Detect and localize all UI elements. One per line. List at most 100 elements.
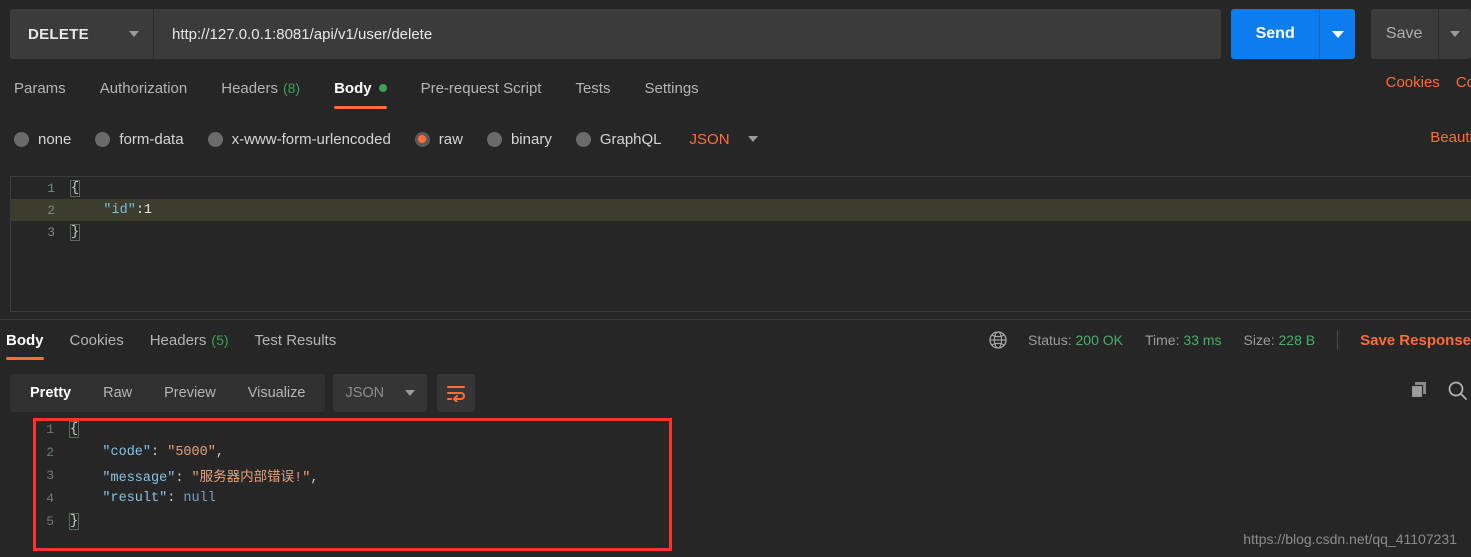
code-text: "id":1 (67, 203, 152, 218)
view-mode-pretty[interactable]: Pretty (14, 374, 87, 412)
request-body-editor[interactable]: 1{2 "id":1 3} (10, 176, 1471, 312)
json-brace: { (69, 179, 81, 197)
request-tab-pre-request-script[interactable]: Pre-request Script (421, 80, 542, 109)
code-text: "code": "5000", (66, 445, 224, 460)
body-type-label: raw (438, 130, 463, 148)
json-key: "code" (102, 445, 152, 460)
json-punctuation: : (151, 445, 168, 460)
code-link[interactable]: Co (1456, 74, 1471, 91)
chevron-down-icon (1449, 31, 1460, 37)
postman-window: DELETE Send Save Params Authorization Head… (0, 0, 1471, 557)
save-button[interactable]: Save (1370, 9, 1438, 59)
chevron-down-icon (129, 31, 139, 37)
status-label: Status: (1028, 332, 1072, 348)
request-tab-body[interactable]: Body (334, 80, 387, 109)
status-value: 200 OK (1075, 332, 1123, 348)
size-value: 228 B (1278, 332, 1316, 348)
copy-icon[interactable] (1409, 380, 1429, 400)
response-code-line: 3 "message": "服务器内部错误!", (10, 464, 1471, 487)
json-punctuation: } (68, 513, 80, 530)
radio-icon (414, 131, 430, 147)
json-brace: } (69, 223, 81, 241)
request-tab-headers[interactable]: Headers (8) (221, 80, 300, 109)
http-method-selector[interactable]: DELETE (10, 9, 154, 59)
request-code-line: 2 "id":1 (11, 199, 1471, 221)
time-label: Time: (1145, 332, 1180, 348)
response-code-line: 4 "result": null (10, 487, 1471, 510)
response-code-line: 1{ (10, 418, 1471, 441)
json-punctuation: , (215, 445, 224, 460)
request-url-bar: DELETE Send Save (0, 8, 1471, 60)
json-punctuation (70, 491, 102, 506)
method-url-group: DELETE (10, 9, 1221, 59)
beautify-link[interactable]: Beautif (1430, 129, 1471, 146)
body-type-label: x-www-form-urlencoded (231, 130, 391, 148)
request-tab-label: Settings (644, 79, 699, 97)
send-button[interactable]: Send (1230, 9, 1320, 59)
search-icon[interactable] (1447, 380, 1467, 400)
beautify-link-wrap: Beautif (1430, 129, 1471, 147)
request-code-line: 3} (11, 221, 1471, 243)
globe-icon (988, 330, 1008, 350)
chevron-down-icon (405, 390, 416, 396)
json-value: :1 (135, 202, 153, 218)
view-mode-visualize[interactable]: Visualize (232, 374, 322, 412)
request-tab-label: Body (334, 79, 372, 97)
request-tab-label: Authorization (99, 79, 188, 97)
line-number: 5 (46, 514, 54, 529)
request-tab-authorization[interactable]: Authorization (100, 80, 188, 109)
request-tabs-right-links: Cookies Co (1386, 74, 1471, 91)
send-options-button[interactable] (1319, 9, 1355, 59)
meta-divider (1337, 330, 1339, 350)
response-format-selector[interactable]: JSON (333, 374, 428, 412)
time-field: Time: 33 ms (1145, 332, 1222, 348)
save-options-button[interactable] (1437, 9, 1471, 59)
line-number: 4 (46, 491, 54, 506)
request-tab-label: Pre-request Script (420, 79, 542, 97)
request-url-input[interactable] (154, 9, 1221, 59)
watermark-text: https://blog.csdn.net/qq_41107231 (1243, 531, 1457, 547)
json-null-value: null (183, 491, 216, 506)
body-type-label: none (38, 130, 72, 148)
response-tab-test-results[interactable]: Test Results (255, 332, 337, 360)
request-code-line: 1{ (11, 177, 1471, 199)
json-key: "result" (102, 491, 168, 506)
save-response-button[interactable]: Save Response (1360, 332, 1471, 349)
cookies-link[interactable]: Cookies (1386, 74, 1440, 91)
json-punctuation: { (68, 421, 80, 438)
http-method-label: DELETE (28, 25, 89, 43)
raw-format-selector[interactable]: JSON (690, 131, 758, 148)
body-type-radio-raw[interactable]: raw (414, 130, 463, 148)
code-text: } (67, 223, 81, 241)
radio-icon (486, 131, 502, 147)
save-button-group: Save (1370, 9, 1471, 59)
body-type-label: form-data (119, 130, 184, 148)
body-type-radio-x-www-form-urlencoded[interactable]: x-www-form-urlencoded (207, 130, 391, 148)
body-type-radio-form-data[interactable]: form-data (95, 130, 184, 148)
send-button-group: Send (1230, 9, 1355, 59)
body-type-selector-row: none form-data x-www-form-urlencoded raw bin… (0, 122, 1471, 156)
response-tab-label: Headers (149, 332, 207, 349)
word-wrap-button[interactable] (437, 374, 476, 412)
request-tab-tests[interactable]: Tests (575, 80, 610, 109)
request-tab-settings[interactable]: Settings (644, 80, 698, 109)
view-mode-raw[interactable]: Raw (87, 374, 148, 412)
body-type-radio-binary[interactable]: binary (486, 131, 552, 148)
line-number: 1 (47, 180, 55, 196)
body-type-radio-graphql[interactable]: GraphQL (575, 131, 662, 148)
json-key: "id" (71, 202, 136, 218)
radio-icon (207, 131, 223, 147)
request-tab-params[interactable]: Params (14, 80, 66, 109)
response-tab-body[interactable]: Body (6, 332, 44, 360)
code-text: "message": "服务器内部错误!", (66, 465, 318, 486)
view-mode-preview[interactable]: Preview (148, 374, 232, 412)
line-number: 2 (46, 445, 54, 460)
request-tab-count: (8) (282, 79, 301, 96)
line-number: 1 (46, 422, 54, 437)
panel-divider[interactable] (0, 319, 1471, 320)
response-tab-headers[interactable]: Headers (5) (150, 332, 229, 360)
chevron-down-icon (1331, 30, 1344, 38)
body-type-radio-none[interactable]: none (14, 131, 71, 148)
response-toolbar: Pretty Raw Preview Visualize JSON (10, 374, 476, 412)
response-tab-cookies[interactable]: Cookies (70, 332, 124, 360)
